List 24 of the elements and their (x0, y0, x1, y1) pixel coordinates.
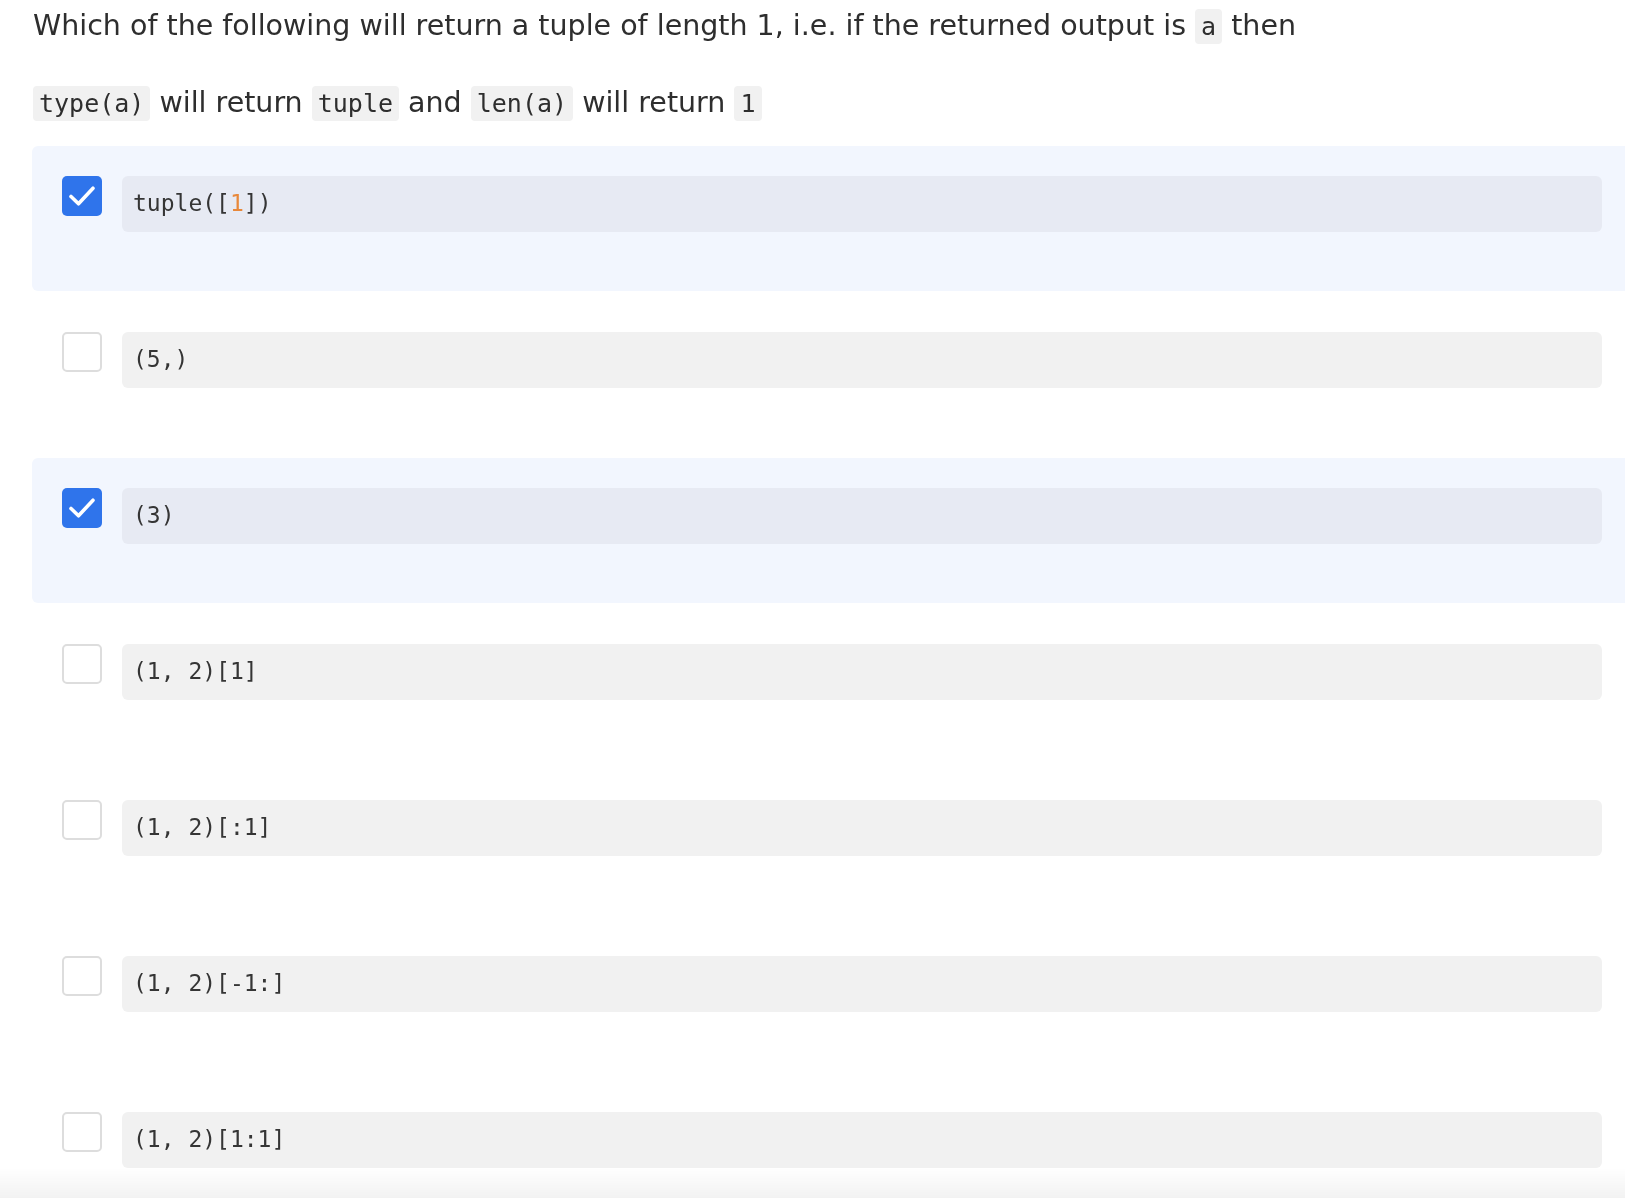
code-snippet: (1, 2)[1] (122, 644, 1602, 700)
code-snippet: (5,) (122, 332, 1602, 388)
code-snippet: (1, 2)[:1] (122, 800, 1602, 856)
checkbox[interactable] (62, 1112, 102, 1152)
question-text: Which of the following will return a tuple of length 1, i.e. if the returned output is a then type(a) will return tuple and len(a) will return 1 (32, 8, 1298, 123)
checkbox[interactable] (62, 176, 102, 216)
checkbox[interactable] (62, 800, 102, 840)
answer-option[interactable]: (1, 2)[-1:] (32, 926, 1625, 1071)
answer-option[interactable]: tuple([1]) (32, 146, 1625, 291)
code-snippet: tuple([1]) (122, 176, 1602, 232)
code-snippet: (1, 2)[-1:] (122, 956, 1602, 1012)
answer-option[interactable]: (1, 2)[:1] (32, 770, 1625, 915)
checkbox[interactable] (62, 644, 102, 684)
answer-option[interactable]: (5,) (32, 302, 1625, 447)
code-snippet: (1, 2)[1:1] (122, 1112, 1602, 1168)
checkbox[interactable] (62, 332, 102, 372)
answer-option[interactable]: (1, 2)[1:1] (32, 1082, 1625, 1168)
answer-option[interactable]: (3) (32, 458, 1625, 603)
check-icon (69, 186, 95, 206)
check-icon (69, 498, 95, 518)
checkbox[interactable] (62, 956, 102, 996)
code-snippet: (3) (122, 488, 1602, 544)
checkbox[interactable] (62, 488, 102, 528)
answer-option[interactable]: (1, 2)[1] (32, 614, 1625, 759)
